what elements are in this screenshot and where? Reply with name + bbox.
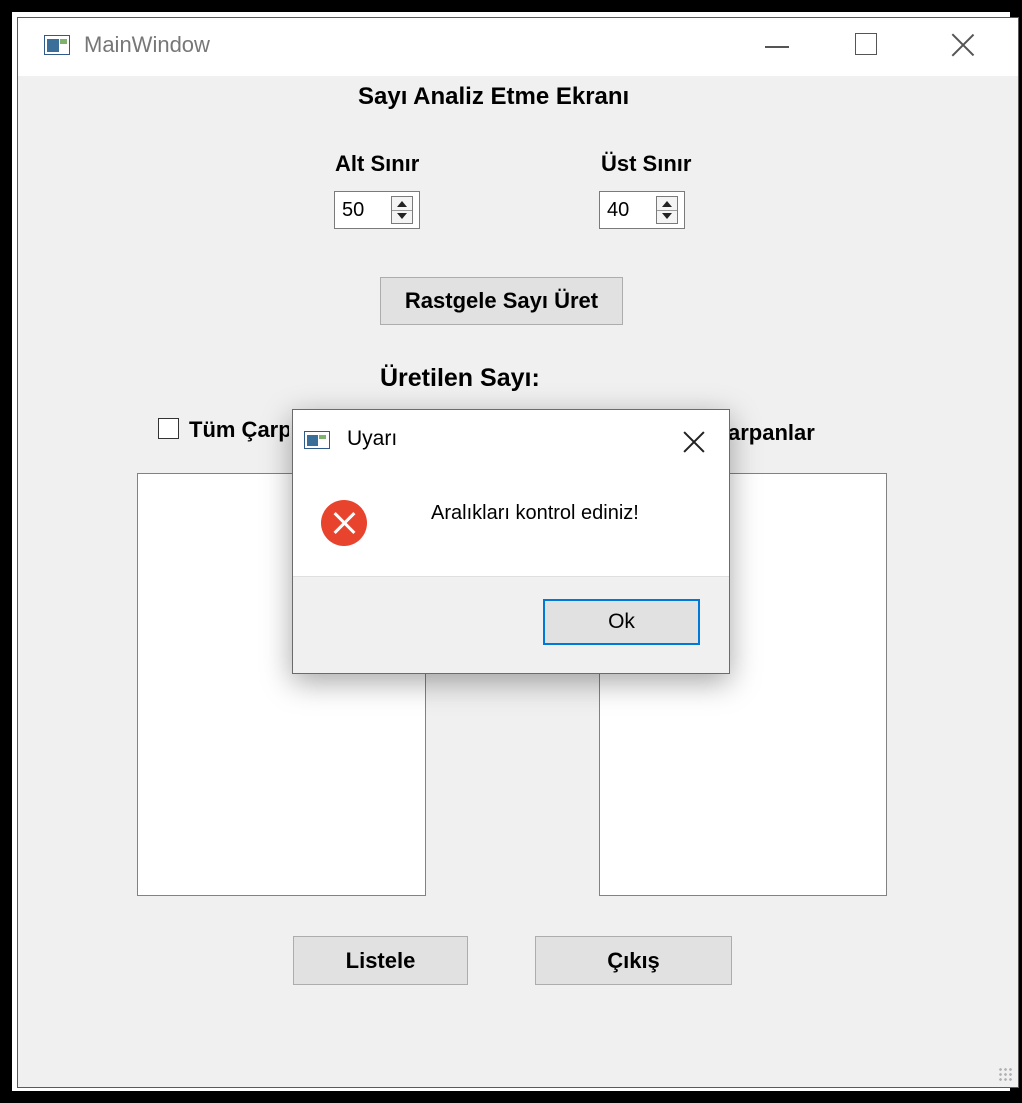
warning-dialog: Uyarı Aralıkları kontrol ediniz! Ok: [292, 409, 730, 674]
generate-random-button[interactable]: Rastgele Sayı Üret: [380, 277, 623, 325]
all-factors-label[interactable]: Tüm Çarpanlar: [189, 417, 289, 443]
upper-bound-label: Üst Sınır: [601, 151, 692, 176]
resize-grip-icon[interactable]: [998, 1067, 1012, 1081]
page-title: Sayı Analiz Etme Ekranı: [358, 83, 630, 110]
dialog-message: Aralıkları kontrol ediniz!: [431, 502, 639, 524]
list-button[interactable]: Listele: [293, 936, 468, 985]
upper-bound-spinner[interactable]: 40: [599, 191, 685, 229]
lower-bound-stepper-icon[interactable]: [391, 196, 413, 224]
error-icon: [321, 500, 367, 546]
title-bar[interactable]: MainWindow: [18, 18, 1018, 76]
dialog-app-icon: [304, 431, 330, 449]
window-title: MainWindow: [84, 32, 210, 57]
minimize-button[interactable]: [757, 28, 797, 64]
factors-right-label[interactable]: arpanlar: [728, 420, 815, 446]
lower-bound-spinner[interactable]: 50: [334, 191, 420, 229]
app-icon: [44, 35, 70, 55]
lower-bound-label: Alt Sınır: [335, 151, 420, 176]
upper-bound-stepper-icon[interactable]: [656, 196, 678, 224]
maximize-button[interactable]: [847, 28, 887, 64]
produced-number-label: Üretilen Sayı:: [380, 364, 540, 392]
dialog-close-icon[interactable]: [679, 427, 709, 457]
close-button[interactable]: [943, 28, 983, 64]
lower-bound-value[interactable]: 50: [342, 199, 364, 222]
upper-bound-value[interactable]: 40: [607, 199, 629, 222]
dialog-title: Uyarı: [347, 427, 398, 450]
all-factors-checkbox[interactable]: [158, 418, 179, 439]
exit-button[interactable]: Çıkış: [535, 936, 732, 985]
ok-button[interactable]: Ok: [543, 599, 700, 645]
